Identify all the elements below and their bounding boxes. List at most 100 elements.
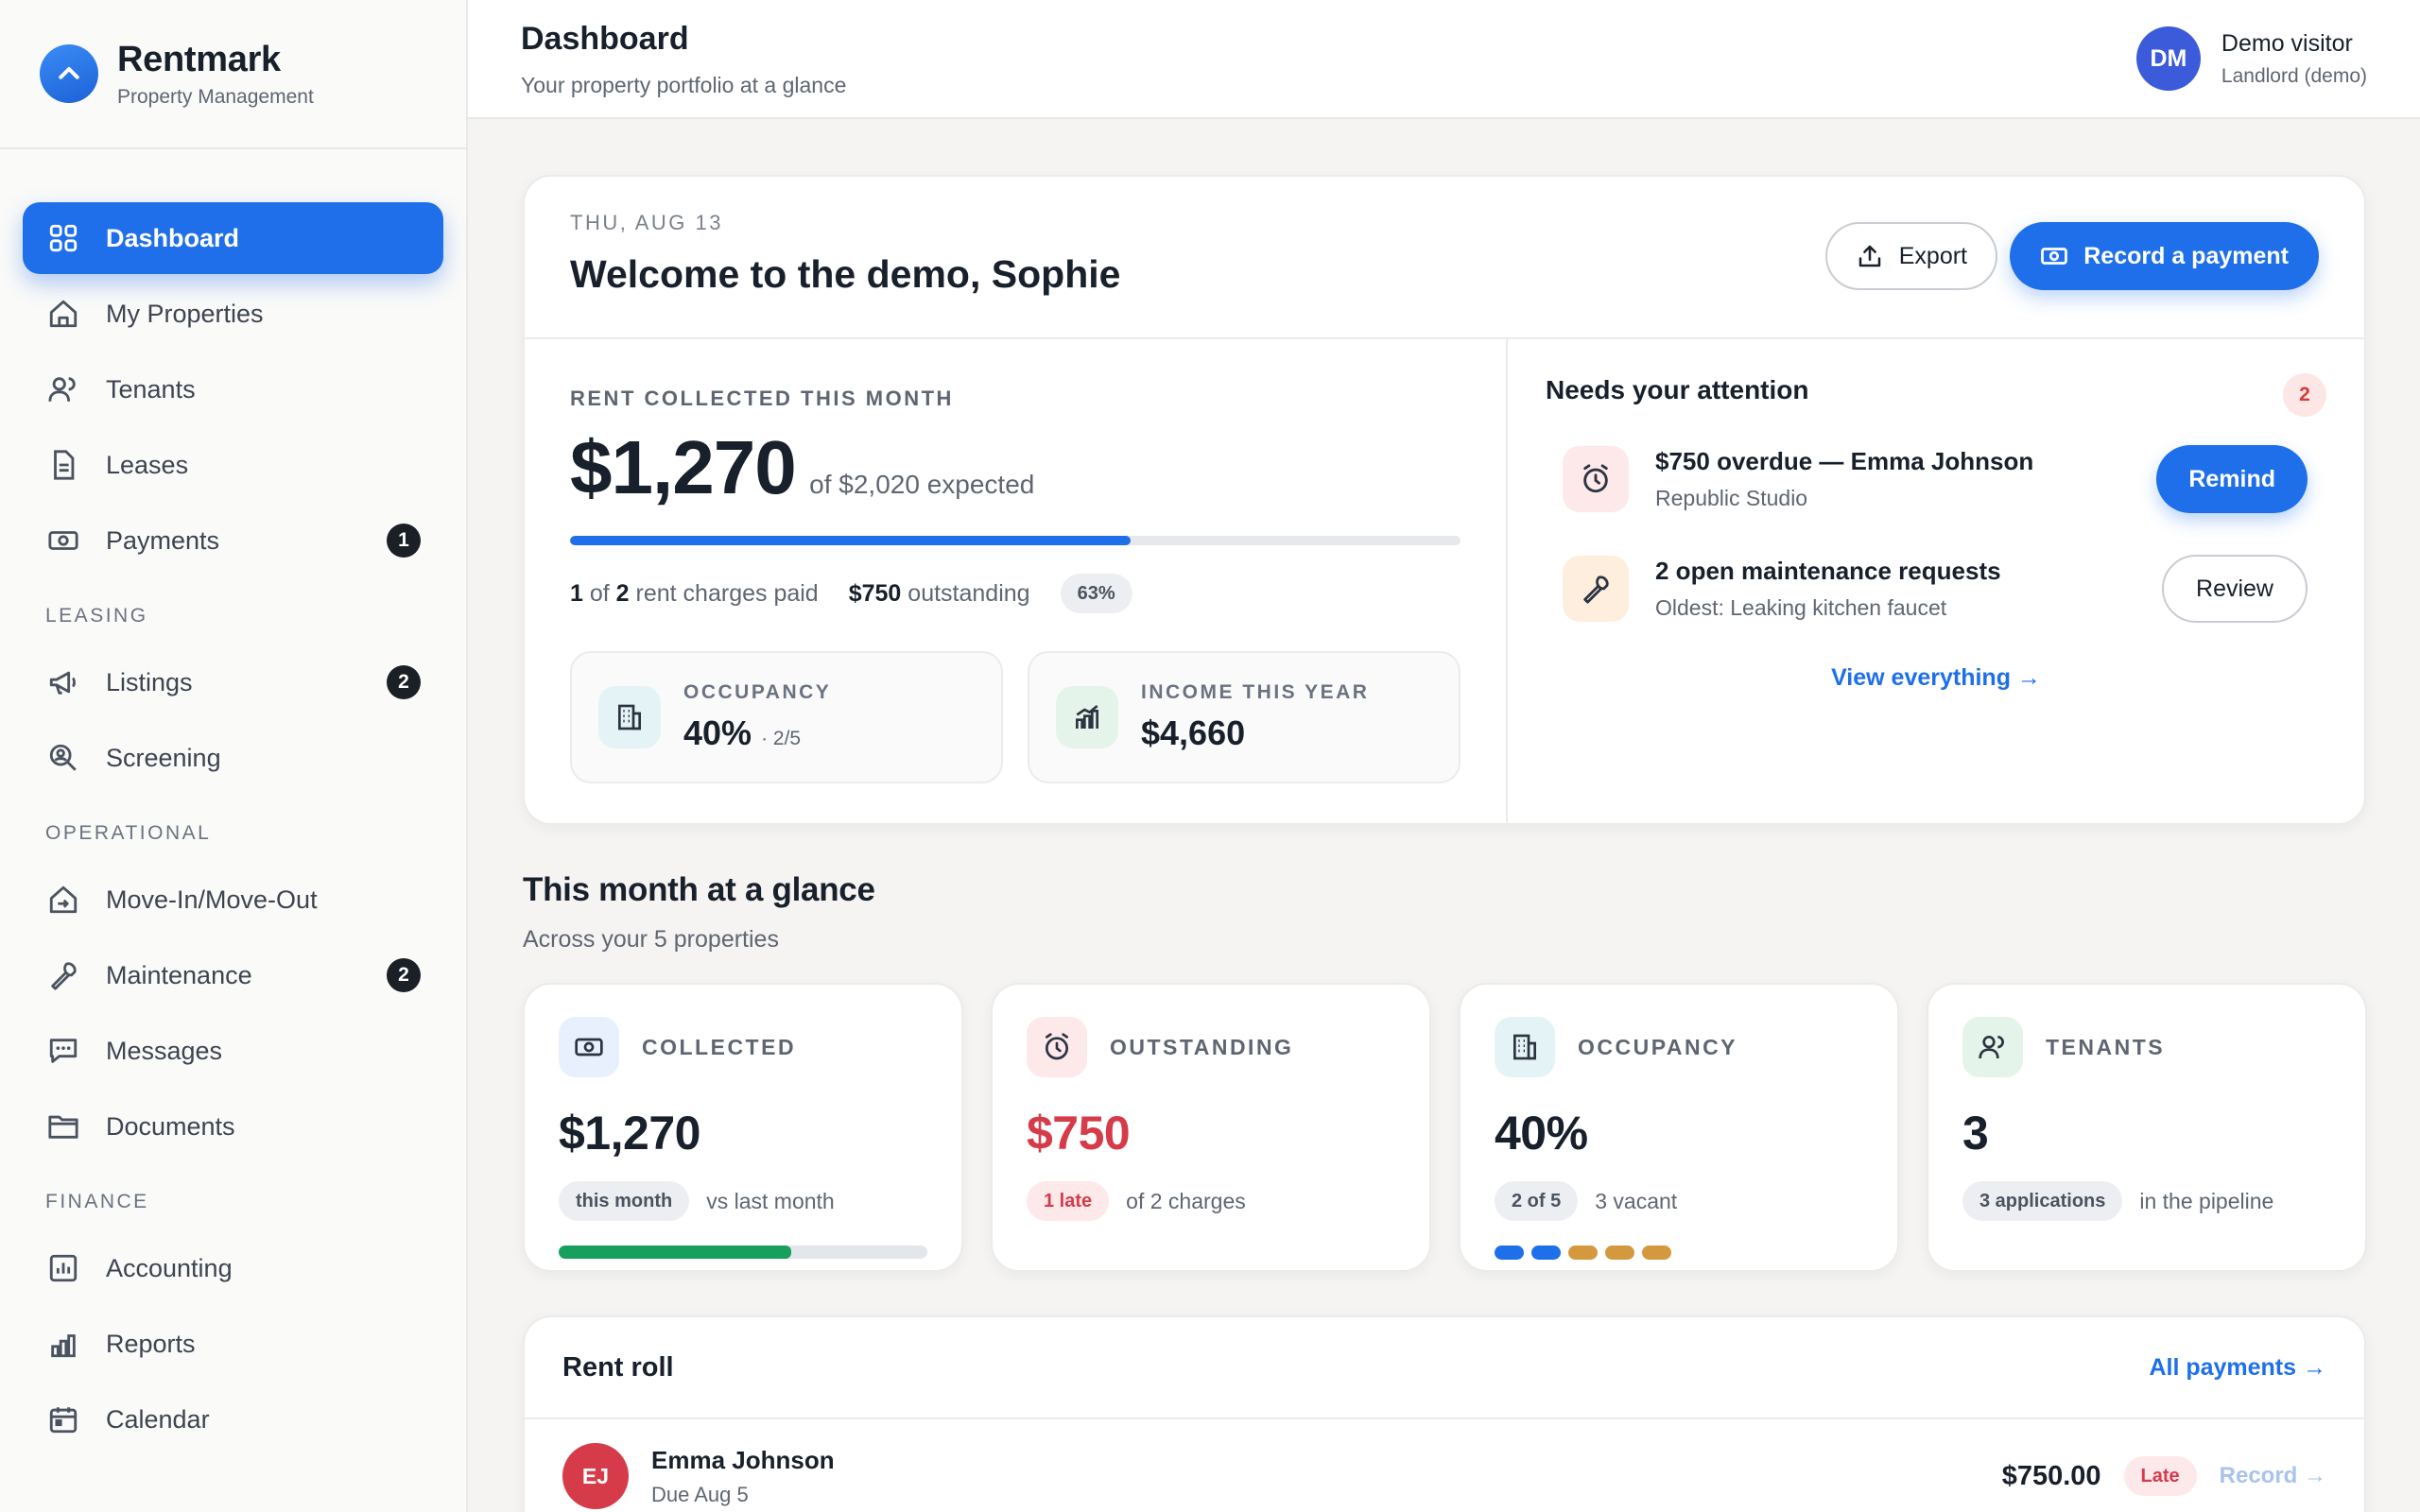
welcome-card: THU, AUG 13 Welcome to the demo, Sophie … <box>523 175 2366 825</box>
section-heading-operational: OPERATIONAL <box>45 822 212 844</box>
occupancy-mini-card[interactable]: OCCUPANCY 40% · 2/5 <box>570 651 1003 783</box>
building-icon <box>1495 1017 1555 1077</box>
sidebar-item-accounting[interactable]: Accounting <box>23 1232 443 1304</box>
users-icon <box>1962 1017 2023 1077</box>
occupancy-stat-label: OCCUPANCY <box>1578 1034 1738 1059</box>
review-button[interactable]: Review <box>2162 555 2308 623</box>
sidebar-nav: Dashboard My Properties Tenants Leases P… <box>0 149 466 1455</box>
sidebar-item-maintenance[interactable]: Maintenance 2 <box>23 939 443 1011</box>
cash-icon <box>47 524 79 557</box>
income-mini-card[interactable]: INCOME THIS YEAR $4,660 <box>1028 651 1461 783</box>
brand-subtitle: Property Management <box>117 85 314 108</box>
collected-label: COLLECTED <box>642 1034 797 1059</box>
wrench-icon <box>47 959 79 991</box>
logo-icon <box>40 44 98 103</box>
outstanding-value: $750 <box>1027 1107 1131 1160</box>
megaphone-icon <box>47 666 79 698</box>
status-badge: Late <box>2123 1456 2197 1496</box>
export-button[interactable]: Export <box>1824 222 1997 290</box>
paid-suffix: rent charges paid <box>635 579 819 607</box>
alarm-clock-icon <box>1563 446 1629 512</box>
table-row[interactable]: EJ Emma Johnson Due Aug 5 $750.00 Late R… <box>525 1419 2364 1512</box>
outstanding-note: of 2 charges <box>1126 1188 1246 1213</box>
sidebar-item-payments[interactable]: Payments 1 <box>23 505 443 576</box>
outstanding-stat-card[interactable]: OUTSTANDING $750 1 late of 2 charges <box>991 983 1431 1272</box>
sidebar-item-label: My Properties <box>106 299 264 328</box>
applications-badge: 3 applications <box>1962 1181 2123 1221</box>
user-menu[interactable]: DM Demo visitor Landlord (demo) <box>2135 26 2367 91</box>
occupancy-detail: · 2/5 <box>761 728 802 749</box>
tenant-name: Emma Johnson <box>651 1445 835 1474</box>
outstanding-amount: $750 <box>848 579 902 607</box>
income-label: INCOME THIS YEAR <box>1141 681 1370 703</box>
welcome-header: THU, AUG 13 Welcome to the demo, Sophie … <box>525 177 2364 339</box>
payments-count-badge: 1 <box>387 524 421 558</box>
tenants-stat-card[interactable]: TENANTS 3 3 applications in the pipeline <box>1927 983 2367 1272</box>
calendar-icon <box>47 1403 79 1435</box>
income-value: $4,660 <box>1141 713 1246 752</box>
page-title: Dashboard <box>521 21 689 57</box>
sidebar-item-label: Move-In/Move-Out <box>106 885 318 914</box>
vacant-note: 3 vacant <box>1595 1188 1678 1213</box>
sidebar-item-reports[interactable]: Reports <box>23 1308 443 1380</box>
rent-progress-bar <box>570 536 1461 545</box>
record-payment-button[interactable]: Record a payment <box>2010 222 2319 290</box>
attention-panel: Needs your attention 2 $750 overdue — Em… <box>1508 339 2364 825</box>
sidebar-item-label: Tenants <box>106 374 196 404</box>
user-name: Demo visitor <box>2221 29 2353 57</box>
sidebar-item-dashboard[interactable]: Dashboard <box>23 202 443 274</box>
attention-item-overdue: $750 overdue — Emma Johnson Republic Stu… <box>1546 424 2326 534</box>
wrench-icon <box>1563 556 1629 622</box>
page-subtitle: Your property portfolio at a glance <box>521 73 847 97</box>
sidebar-item-my-properties[interactable]: My Properties <box>23 278 443 350</box>
sidebar-item-label: Payments <box>106 525 220 555</box>
remind-button[interactable]: Remind <box>2156 445 2308 513</box>
rent-amount: $750.00 <box>2001 1460 2101 1491</box>
sidebar-item-label: Maintenance <box>106 960 252 989</box>
brand[interactable]: Rentmark Property Management <box>0 0 466 149</box>
paid-of: of <box>589 579 610 607</box>
rent-paid-summary: 1 of 2 rent charges paid $750 outstandin… <box>570 574 1461 613</box>
total-count: 2 <box>615 579 630 607</box>
sidebar-item-calendar[interactable]: Calendar <box>23 1383 443 1455</box>
rent-roll-card: Rent roll All payments → EJ Emma Johnson… <box>523 1315 2366 1512</box>
sidebar-item-tenants[interactable]: Tenants <box>23 353 443 425</box>
avatar: DM <box>2135 26 2201 91</box>
all-payments-link[interactable]: All payments → <box>2149 1354 2326 1382</box>
sidebar-item-move-in-move-out[interactable]: Move-In/Move-Out <box>23 864 443 936</box>
maintenance-title: 2 open maintenance requests <box>1655 557 2001 585</box>
alarm-clock-icon <box>1027 1017 1087 1077</box>
upload-icon <box>1856 242 1884 270</box>
occupied-unit-dot <box>1495 1246 1524 1260</box>
vacant-unit-dot <box>1568 1246 1598 1260</box>
document-icon <box>47 449 79 481</box>
ledger-icon <box>47 1252 79 1284</box>
sidebar-item-listings[interactable]: Listings 2 <box>23 646 443 718</box>
record-payment-label: Record a payment <box>2083 242 2289 269</box>
section-heading-leasing: LEASING <box>45 605 148 627</box>
glance-subtitle: Across your 5 properties <box>523 926 779 953</box>
collected-stat-card[interactable]: COLLECTED $1,270 this month vs last mont… <box>523 983 963 1272</box>
occupancy-stat-card[interactable]: OCCUPANCY 40% 2 of 5 3 vacant <box>1459 983 1899 1272</box>
rent-collected-label: RENT COLLECTED THIS MONTH <box>570 387 954 410</box>
dashboard-icon <box>47 222 79 254</box>
vacant-unit-dot <box>1642 1246 1671 1260</box>
sidebar-item-label: Dashboard <box>106 223 240 252</box>
outstanding-label: OUTSTANDING <box>1110 1034 1294 1059</box>
sidebar: Rentmark Property Management Dashboard M… <box>0 0 468 1512</box>
overdue-property: Republic Studio <box>1655 486 1808 510</box>
sidebar-item-screening[interactable]: Screening <box>23 722 443 794</box>
building-icon <box>598 686 661 748</box>
tenant-avatar: EJ <box>562 1443 629 1509</box>
record-link[interactable]: Record → <box>2220 1463 2326 1489</box>
glance-title: This month at a glance <box>523 871 875 908</box>
sidebar-item-leases[interactable]: Leases <box>23 429 443 501</box>
vacant-unit-dot <box>1605 1246 1634 1260</box>
view-everything-link[interactable]: View everything → <box>1831 664 2041 691</box>
cash-icon <box>2040 242 2068 270</box>
pipeline-note: in the pipeline <box>2139 1188 2274 1213</box>
occupied-units-badge: 2 of 5 <box>1495 1181 1579 1221</box>
sidebar-item-documents[interactable]: Documents <box>23 1091 443 1162</box>
sidebar-item-messages[interactable]: Messages <box>23 1015 443 1087</box>
occupancy-value: 40% <box>683 713 752 752</box>
